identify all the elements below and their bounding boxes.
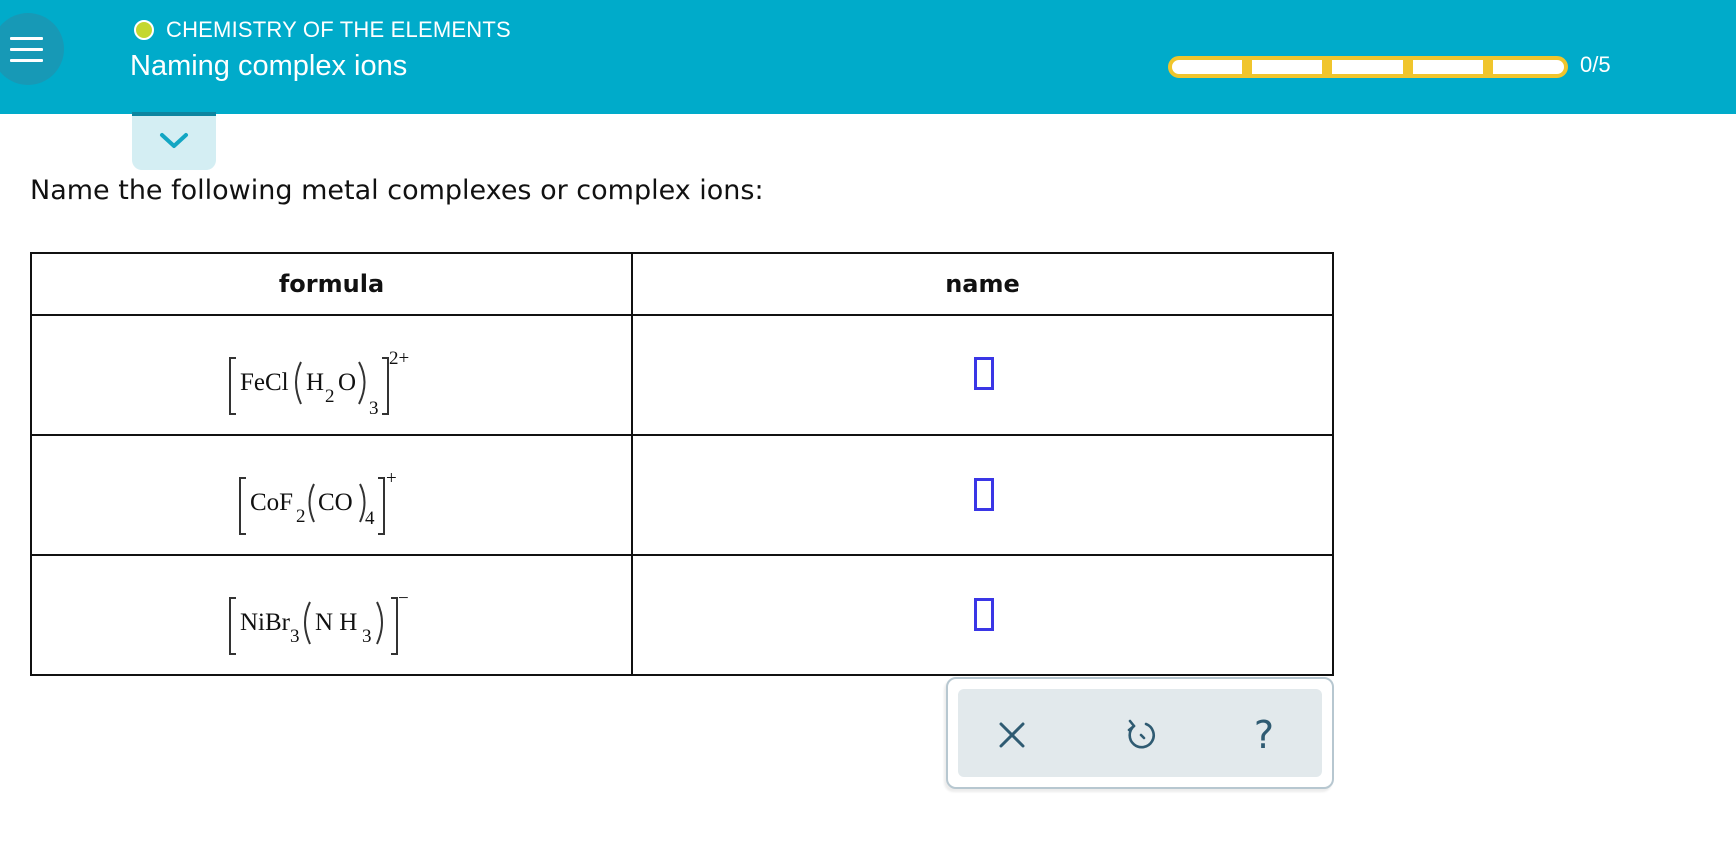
formula-metal: CoF — [250, 489, 293, 516]
progress-bar — [1168, 56, 1568, 78]
name-input-2[interactable] — [974, 478, 994, 511]
lesson-title: Naming complex ions — [130, 50, 408, 82]
help-button[interactable]: ? — [1244, 715, 1284, 755]
name-column-header: name — [945, 270, 1020, 298]
formula-charge: 2+ — [389, 348, 409, 369]
column-divider — [631, 254, 633, 674]
formula-ligand: H — [306, 369, 324, 396]
formula-ligand: CO — [318, 489, 353, 516]
formula-cof2-co4: CoF 2 CO 4 + — [232, 442, 462, 546]
formula-ligand-end: O — [338, 369, 356, 396]
formula-fecl-h2o: FeCl H 2 O 3 2+ — [222, 322, 462, 426]
formula-subscript: 3 — [290, 626, 300, 647]
chevron-down-icon — [160, 133, 188, 148]
clear-button[interactable] — [992, 715, 1032, 755]
progress-separator — [1483, 60, 1493, 74]
formula-nibr3-nh3: NiBr 3 N H 3 − — [222, 562, 462, 666]
formula-metal: NiBr — [240, 609, 291, 636]
undo-button[interactable] — [1121, 715, 1161, 755]
formula-graphic: CoF 2 CO 4 + — [239, 468, 397, 535]
formula-metal: FeCl — [240, 369, 289, 396]
name-input-1[interactable] — [974, 357, 994, 390]
hamburger-menu-icon[interactable] — [0, 13, 64, 85]
topic-breadcrumb: CHEMISTRY OF THE ELEMENTS — [134, 16, 511, 44]
toolbar-panel: ? — [958, 689, 1322, 777]
topic-status-dot — [134, 20, 154, 40]
formula-ligand-count: 3 — [369, 398, 379, 419]
collapse-toggle[interactable] — [132, 112, 216, 170]
formula-charge: − — [398, 588, 409, 609]
formula-column-header: formula — [278, 270, 385, 298]
progress-separator — [1322, 60, 1332, 74]
answer-table: formula name FeCl H 2 O 3 2+ CoF 2 CO 4 … — [30, 252, 1334, 676]
formula-graphic: FeCl H 2 O 3 2+ — [229, 348, 409, 419]
undo-icon — [1127, 719, 1155, 749]
formula-ligand-subscript: 3 — [362, 626, 372, 647]
formula-charge: + — [386, 468, 397, 489]
formula-graphic: NiBr 3 N H 3 − — [229, 588, 409, 655]
row-divider — [32, 434, 1332, 436]
formula-subscript: 2 — [296, 506, 306, 527]
row-divider — [32, 314, 1332, 316]
formula-ligand-count: 4 — [365, 508, 375, 529]
formula-ligand: N H — [315, 609, 357, 636]
x-icon — [999, 722, 1025, 748]
topic-label: CHEMISTRY OF THE ELEMENTS — [166, 17, 511, 42]
name-input-3[interactable] — [974, 598, 994, 631]
formula-subscript: 2 — [325, 386, 335, 407]
question-mark-icon: ? — [1253, 713, 1275, 757]
progress-separator — [1403, 60, 1413, 74]
top-bar: CHEMISTRY OF THE ELEMENTS Naming complex… — [0, 0, 1736, 114]
progress-separator — [1242, 60, 1252, 74]
question-prompt: Name the following metal complexes or co… — [30, 175, 764, 206]
row-divider — [32, 554, 1332, 556]
progress-count: 0/5 — [1580, 52, 1611, 77]
answer-toolbar: ? — [946, 677, 1334, 789]
